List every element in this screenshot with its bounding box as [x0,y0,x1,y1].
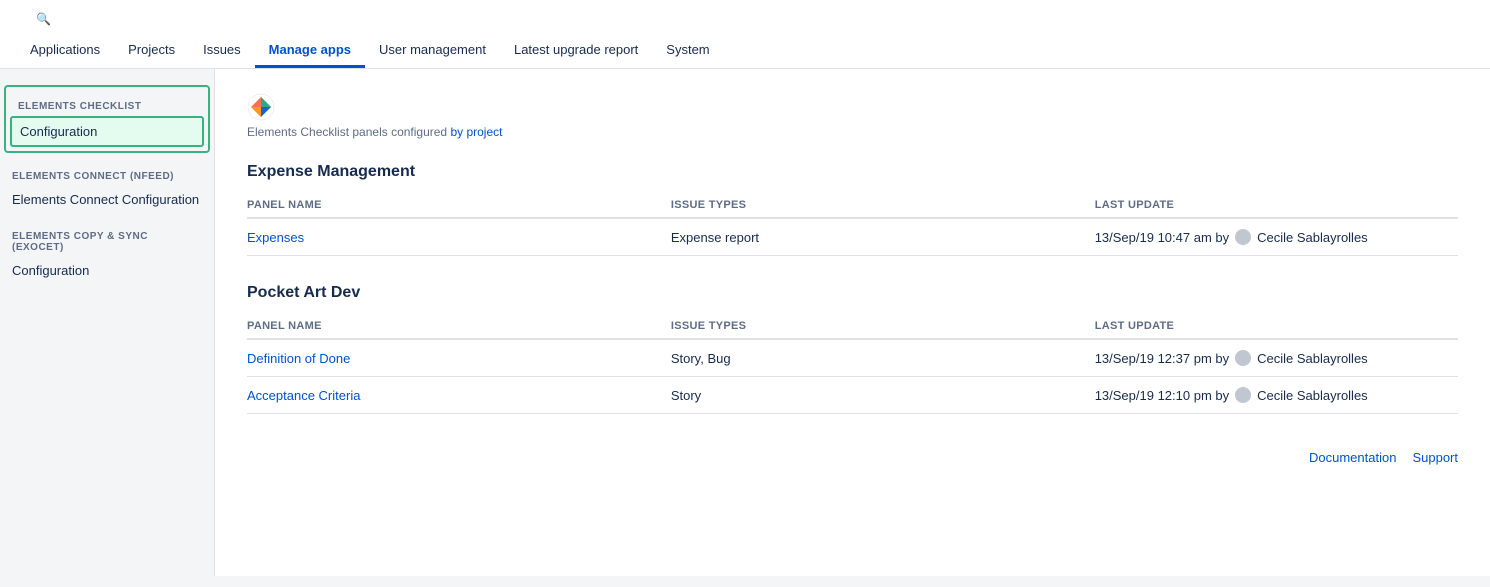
panel-name-link[interactable]: Expenses [247,230,304,245]
panel-table: Panel nameIssue typesLast updateDefiniti… [247,314,1458,414]
search-jira-admin[interactable]: 🔍 [36,12,55,26]
last-update-cell: 13/Sep/19 12:37 pm by Cecile Sablayrolle… [1095,339,1458,377]
by-project-link[interactable]: by project [450,125,502,139]
sidebar-section-elements-copy-&-sync-(exocet): ELEMENTS COPY & SYNC (EXOCET)Configurati… [0,221,214,284]
col-header-issue-types: Issue types [671,314,1095,339]
col-header-last-update: Last update [1095,193,1458,218]
nav-tab-applications[interactable]: Applications [16,34,114,68]
sidebar-section-label: ELEMENTS COPY & SYNC (EXOCET) [0,221,214,257]
sidebar-section-elements-checklist: ELEMENTS CHECKLISTConfiguration [4,85,210,153]
nav-tab-system[interactable]: System [652,34,723,68]
top-header: 🔍 ApplicationsProjectsIssuesManage appsU… [0,0,1490,69]
ec-subtitle: Elements Checklist panels configured by … [247,125,1458,139]
last-update-cell: 13/Sep/19 10:47 am by Cecile Sablayrolle… [1095,218,1458,256]
avatar [1235,387,1251,403]
col-header-issue-types: Issue types [671,193,1095,218]
footer-link-documentation[interactable]: Documentation [1309,450,1396,465]
col-header-last-update: Last update [1095,314,1458,339]
panel-table: Panel nameIssue typesLast updateExpenses… [247,193,1458,256]
main-content: Elements Checklist panels configured by … [215,69,1490,576]
nav-tab-projects[interactable]: Projects [114,34,189,68]
sidebar-item-configuration[interactable]: Configuration [0,257,214,284]
project-section-expense-management: Expense Management Panel nameIssue typesL… [247,163,1458,256]
footer-links: Documentation Support [247,442,1458,465]
sidebar-section-label: ELEMENTS CHECKLIST [6,91,208,116]
sidebar-section-label: ELEMENTS CONNECT (NFEED) [0,161,214,186]
last-update-cell: 13/Sep/19 12:10 pm by Cecile Sablayrolle… [1095,377,1458,414]
col-header-panel-name: Panel name [247,193,671,218]
ec-logo-icon [247,93,275,121]
sidebar-section-elements-connect-(nfeed): ELEMENTS CONNECT (NFEED)Elements Connect… [0,161,214,213]
issue-types-cell: Story [671,377,1095,414]
nav-tab-issues[interactable]: Issues [189,34,255,68]
panel-name-link[interactable]: Acceptance Criteria [247,388,360,403]
project-section-pocket-art-dev: Pocket Art Dev Panel nameIssue typesLast … [247,284,1458,414]
sidebar-item-elements-connect-configuration[interactable]: Elements Connect Configuration [0,186,214,213]
sections-container: Expense ManagementPanel nameIssue typesL… [247,163,1458,414]
panel-name-link[interactable]: Definition of Done [247,351,350,366]
issue-types-cell: Story, Bug [671,339,1095,377]
footer-link-support[interactable]: Support [1412,450,1458,465]
page-layout: ELEMENTS CHECKLISTConfigurationELEMENTS … [0,69,1490,576]
sidebar-item-configuration[interactable]: Configuration [10,116,204,147]
issue-types-cell: Expense report [671,218,1095,256]
nav-tab-manage-apps[interactable]: Manage apps [255,34,365,68]
table-row: Acceptance Criteria Story13/Sep/19 12:10 … [247,377,1458,414]
nav-tab-user-management[interactable]: User management [365,34,500,68]
avatar [1235,229,1251,245]
ec-header [247,93,1458,121]
main-nav: ApplicationsProjectsIssuesManage appsUse… [16,34,1474,68]
section-title: Pocket Art Dev [247,284,1458,302]
table-row: Expenses Expense report13/Sep/19 10:47 am… [247,218,1458,256]
sidebar: ELEMENTS CHECKLISTConfigurationELEMENTS … [0,69,215,576]
col-header-panel-name: Panel name [247,314,671,339]
search-icon: 🔍 [36,12,51,26]
avatar [1235,350,1251,366]
table-row: Definition of Done Story, Bug13/Sep/19 12… [247,339,1458,377]
nav-tab-latest-upgrade-report[interactable]: Latest upgrade report [500,34,652,68]
section-title: Expense Management [247,163,1458,181]
